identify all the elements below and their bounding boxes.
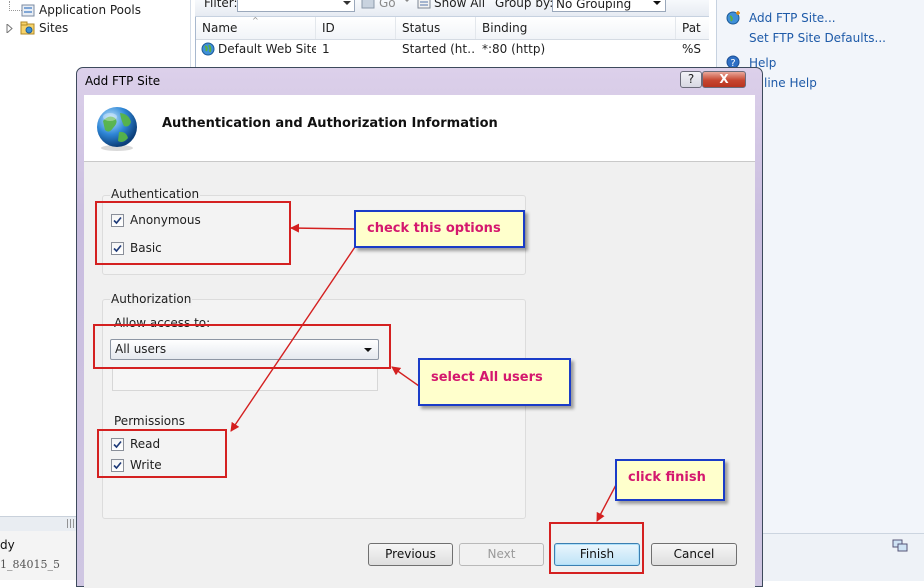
cell-status: Started (ht… (402, 42, 476, 56)
set-ftp-defaults-link[interactable]: Set FTP Site Defaults... (749, 31, 886, 45)
permissions-label: Permissions (114, 414, 185, 428)
tree-item-label: Sites (39, 21, 69, 35)
tree-item-label: Application Pools (39, 3, 141, 17)
authentication-label: Authentication (110, 187, 201, 201)
highlight-permissions (97, 429, 227, 478)
go-icon (361, 0, 375, 9)
expand-arrow-icon[interactable] (6, 24, 14, 33)
highlight-finish (549, 522, 644, 574)
column-header-label: Status (402, 21, 441, 35)
add-ftp-site-link[interactable]: Add FTP Site... (749, 11, 836, 25)
tree-item-sites[interactable]: Sites (0, 19, 190, 37)
dialog-heading: Authentication and Authorization Informa… (162, 116, 498, 131)
cancel-button[interactable]: Cancel (651, 543, 737, 566)
go-button[interactable]: Go (379, 0, 396, 10)
globe-icon (93, 104, 141, 152)
dialog-close-button[interactable]: X (702, 71, 746, 88)
authorization-label: Authorization (110, 292, 193, 306)
group-by-label: Group by: (495, 0, 554, 10)
callout-select-all-users: select All users (418, 358, 571, 406)
callout-check-options: check this options (354, 210, 525, 248)
status-text-secondary: 1_84015_5 (0, 558, 60, 571)
chevron-down-icon (404, 0, 410, 2)
column-header-status[interactable]: Status (396, 17, 476, 39)
cell-binding: *:80 (http) (482, 42, 546, 56)
scroll-grip-icon: ||| (66, 519, 76, 529)
cell-name: Default Web Site (218, 42, 316, 56)
callout-click-finish: click finish (615, 459, 725, 501)
previous-button[interactable]: Previous (368, 543, 453, 566)
horizontal-scrollbar[interactable]: ||| (0, 516, 78, 531)
dialog-header: Authentication and Authorization Informa… (84, 95, 755, 162)
filter-toolbar: Filter: Go Show All Group by: No Groupin… (195, 0, 709, 17)
column-header-label: Name (202, 21, 238, 35)
highlight-authentication (95, 201, 291, 265)
column-header-label: Binding (482, 21, 528, 35)
column-header-label: Pat (682, 21, 701, 35)
column-header-path[interactable]: Pat (676, 17, 709, 39)
group-by-value: No Grouping (556, 0, 632, 11)
cell-path: %S (682, 42, 702, 56)
chevron-down-icon (653, 1, 661, 5)
cell-id: 1 (322, 42, 330, 56)
status-text: dy (0, 538, 15, 552)
network-status-icon (892, 538, 908, 552)
group-by-select[interactable]: No Grouping (552, 0, 666, 12)
show-all-button[interactable]: Show All (434, 0, 485, 10)
sites-icon (20, 21, 35, 35)
highlight-allow-access (93, 324, 391, 369)
column-header-name[interactable]: Name ^ (196, 17, 316, 39)
add-ftp-site-icon (726, 10, 742, 25)
column-header-id[interactable]: ID (316, 17, 396, 39)
column-header-binding[interactable]: Binding (476, 17, 676, 39)
table-row[interactable]: Default Web Site 1 Started (ht… *:80 (ht… (196, 39, 709, 59)
sort-ascending-icon: ^ (252, 16, 259, 25)
dialog-title: Add FTP Site (85, 74, 161, 88)
column-header-label: ID (322, 21, 335, 35)
next-button[interactable]: Next (459, 543, 544, 566)
sites-grid-header: Name ^ ID Status Binding Pat (196, 17, 709, 40)
tree-item-application-pools[interactable]: Application Pools (0, 1, 190, 19)
dialog-help-button[interactable]: ? (680, 71, 702, 88)
filter-input[interactable] (237, 0, 355, 12)
filter-label: Filter: (204, 0, 238, 10)
chevron-down-icon (343, 1, 351, 5)
app-pools-icon (21, 4, 35, 17)
online-help-link[interactable]: line Help (764, 76, 817, 90)
show-all-icon (417, 0, 431, 9)
users-roles-field (112, 368, 378, 391)
status-bar: dy 1_84015_5 (0, 531, 78, 580)
